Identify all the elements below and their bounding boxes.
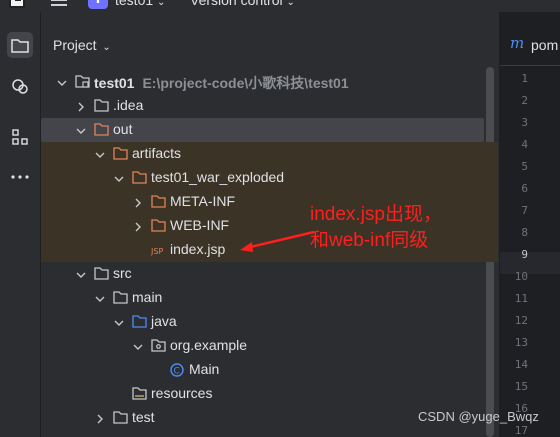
more-tools-icon[interactable] bbox=[7, 164, 33, 190]
chevron-right-icon[interactable] bbox=[133, 195, 143, 208]
main-menu-icon[interactable] bbox=[51, 0, 67, 6]
line-number: 12 bbox=[514, 314, 528, 327]
tree-item-test01[interactable]: test01 E:\project-code\小歌科技\test01 bbox=[41, 70, 498, 94]
project-switcher[interactable]: test01 ⌄ bbox=[115, 0, 165, 8]
tree-item-label: org.example bbox=[170, 337, 248, 353]
folder-icon bbox=[132, 387, 147, 400]
line-number: 7 bbox=[521, 204, 528, 217]
line-number: 8 bbox=[521, 226, 528, 239]
folder-icon bbox=[113, 291, 128, 304]
line-number: 11 bbox=[514, 292, 528, 305]
tree-item-label: test bbox=[132, 409, 155, 425]
folder-icon bbox=[94, 99, 109, 112]
tab-divider bbox=[500, 65, 560, 66]
svg-text:C: C bbox=[174, 367, 180, 377]
line-number: 1 bbox=[521, 72, 528, 85]
project-badge[interactable]: T bbox=[88, 0, 108, 9]
line-number: 17 bbox=[514, 424, 528, 437]
chevron-down-icon: ⌄ bbox=[157, 0, 166, 8]
panel-title[interactable]: Project ⌄ bbox=[53, 37, 111, 53]
tree-item-test01-war-exploded[interactable]: test01_war_exploded bbox=[41, 166, 498, 190]
line-number: 6 bbox=[521, 182, 528, 195]
tree-item-java[interactable]: java bbox=[41, 310, 498, 334]
line-number: 9 bbox=[521, 248, 528, 261]
chevron-right-icon[interactable] bbox=[95, 411, 105, 424]
folder-icon bbox=[132, 315, 147, 328]
folder-icon bbox=[113, 147, 128, 160]
tree-item-label: out bbox=[113, 121, 133, 137]
annotation-text: index.jsp出现， 和web-inf同级 bbox=[310, 202, 442, 254]
folder-icon bbox=[113, 411, 128, 424]
tool-window-bar bbox=[0, 12, 41, 437]
tree-item-artifacts[interactable]: artifacts bbox=[41, 142, 498, 166]
app-logo-icon[interactable] bbox=[9, 0, 25, 8]
folder-icon bbox=[132, 171, 147, 184]
class-icon: C bbox=[170, 363, 184, 377]
line-number: 5 bbox=[521, 160, 528, 173]
tree-item-label: test01 E:\project-code\小歌科技\test01 bbox=[94, 75, 349, 91]
tree-item-label: Main bbox=[189, 361, 220, 377]
editor-area: m pom 1 2 3 4 5 6 7 8 9 10 11 12 13 14 15 16 17 bbox=[499, 12, 560, 437]
chevron-down-icon[interactable] bbox=[114, 171, 124, 182]
chevron-down-icon[interactable] bbox=[95, 291, 105, 302]
line-number: 4 bbox=[521, 138, 528, 151]
line-number: 13 bbox=[514, 336, 528, 349]
chevron-down-icon[interactable] bbox=[57, 75, 67, 86]
tree-item-label: resources bbox=[151, 385, 213, 401]
line-number: 10 bbox=[514, 270, 528, 283]
tree-item-main[interactable]: main bbox=[41, 286, 498, 310]
tree-item-org-example[interactable]: org.example bbox=[41, 334, 498, 358]
tree-item-label: index.jsp bbox=[170, 241, 226, 257]
tab-pom[interactable]: m pom bbox=[500, 32, 560, 60]
svg-text:JSP: JSP bbox=[151, 247, 163, 256]
project-folder-icon[interactable] bbox=[7, 32, 33, 58]
chevron-down-icon[interactable] bbox=[95, 147, 105, 158]
maven-icon: m bbox=[510, 34, 525, 52]
chevron-down-icon[interactable] bbox=[76, 123, 86, 134]
module-icon bbox=[75, 75, 90, 88]
tree-item-path: E:\project-code\小歌科技\test01 bbox=[142, 75, 349, 91]
tree-item-label: META-INF bbox=[170, 193, 236, 209]
jsp-file-icon: JSP bbox=[150, 243, 165, 256]
tree-item-out[interactable]: out bbox=[41, 118, 484, 142]
folder-icon bbox=[151, 195, 166, 208]
chevron-right-icon[interactable] bbox=[133, 219, 143, 232]
tree-item-label: main bbox=[132, 289, 163, 305]
line-number: 15 bbox=[514, 380, 528, 393]
title-bar: T test01 ⌄ Version control ⌄ bbox=[0, 0, 560, 12]
line-number: 14 bbox=[514, 358, 528, 371]
chevron-down-icon[interactable] bbox=[114, 315, 124, 326]
tree-item-label: .idea bbox=[113, 97, 144, 113]
folder-icon bbox=[94, 267, 109, 280]
chevron-down-icon: ⌄ bbox=[99, 42, 111, 53]
annotation-line-2: 和web-inf同级 bbox=[310, 230, 429, 251]
line-number: 2 bbox=[521, 94, 528, 107]
tree-item-idea[interactable]: .idea bbox=[41, 94, 498, 118]
chevron-right-icon[interactable] bbox=[76, 99, 86, 112]
folder-icon bbox=[94, 123, 109, 136]
tree-item-label: java bbox=[151, 313, 177, 329]
tree-item-src[interactable]: src bbox=[41, 262, 498, 286]
structure-icon[interactable] bbox=[7, 124, 33, 150]
chevron-down-icon[interactable] bbox=[76, 267, 86, 278]
tree-item-label: test01_war_exploded bbox=[151, 169, 285, 185]
chevron-down-icon: ⌄ bbox=[286, 0, 295, 8]
package-icon bbox=[151, 339, 166, 352]
tree-item-main[interactable]: C Main bbox=[41, 358, 498, 382]
annotation-line-1: index.jsp出现， bbox=[310, 204, 442, 225]
tree-item-resources[interactable]: resources bbox=[41, 382, 498, 406]
folder-icon bbox=[151, 219, 166, 232]
line-number: 3 bbox=[521, 116, 528, 129]
annotation-arrow-icon bbox=[240, 230, 315, 252]
watermark: CSDN @yuge_Bwqz bbox=[418, 409, 539, 424]
tree-item-label: src bbox=[113, 265, 132, 281]
tree-item-label: WEB-INF bbox=[170, 217, 230, 233]
tree-item-label: artifacts bbox=[132, 145, 182, 161]
plugins-icon[interactable] bbox=[7, 73, 33, 99]
chevron-down-icon[interactable] bbox=[133, 339, 143, 350]
version-control-menu[interactable]: Version control ⌄ bbox=[190, 0, 295, 8]
